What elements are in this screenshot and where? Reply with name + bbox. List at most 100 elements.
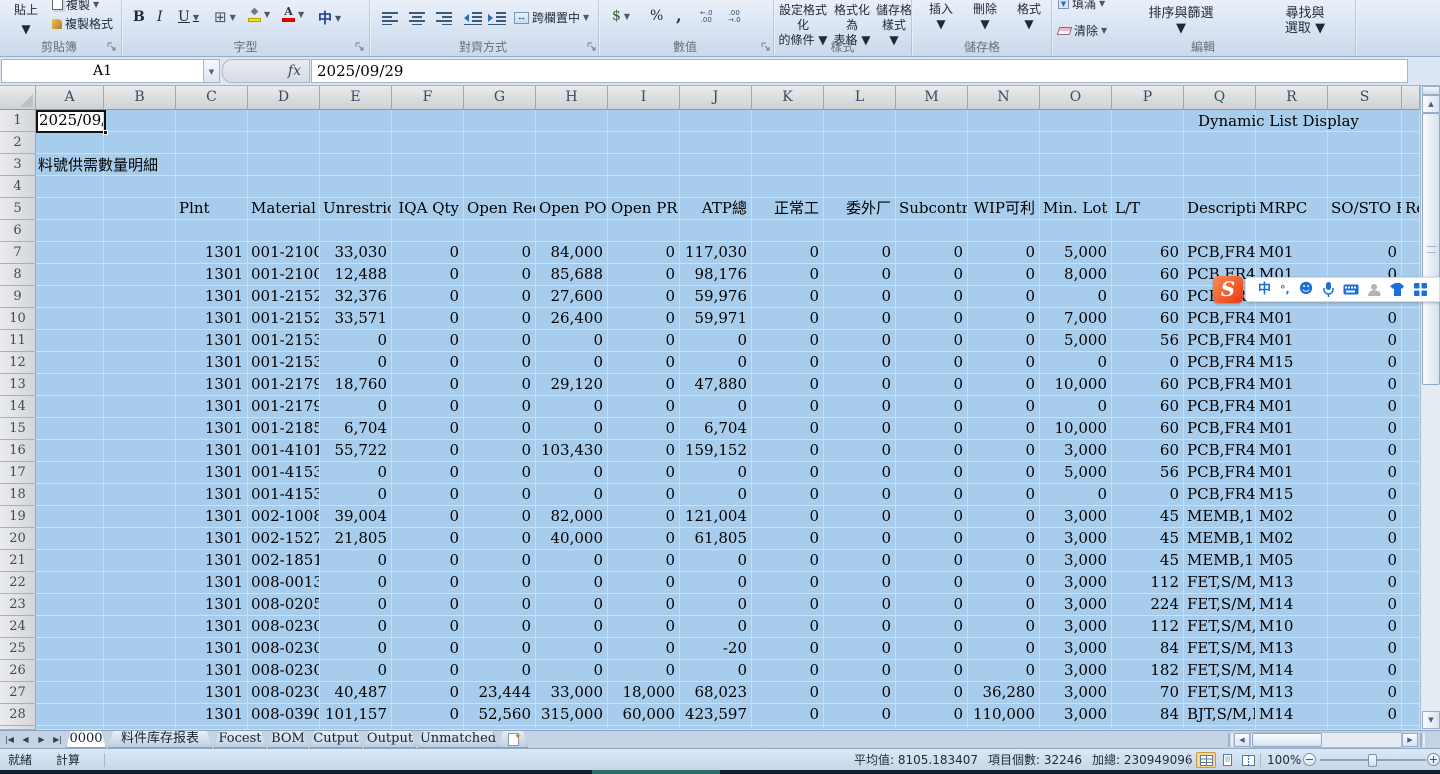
cell[interactable]: 18,000: [608, 682, 680, 704]
cell[interactable]: [1040, 176, 1112, 198]
cell[interactable]: 008-00138: [248, 572, 320, 594]
cell[interactable]: [248, 154, 320, 176]
row-header-26[interactable]: 26: [0, 660, 36, 682]
cell[interactable]: [104, 704, 176, 726]
cell[interactable]: 0: [752, 440, 824, 462]
cell[interactable]: [1402, 660, 1420, 682]
sheet-tab-2[interactable]: 料件库存报表: [108, 731, 212, 748]
cell[interactable]: 1301: [176, 264, 248, 286]
cell[interactable]: 3,000: [1040, 616, 1112, 638]
last-sheet-icon[interactable]: ▶|: [50, 733, 65, 747]
cell[interactable]: 1301: [176, 594, 248, 616]
cell[interactable]: 1301: [176, 286, 248, 308]
cell[interactable]: [464, 132, 536, 154]
cell[interactable]: 委外厂: [824, 198, 896, 220]
cell[interactable]: 0: [608, 264, 680, 286]
cell[interactable]: [824, 154, 896, 176]
cell[interactable]: 0: [824, 572, 896, 594]
cell[interactable]: 0: [896, 594, 968, 616]
cell[interactable]: 0: [392, 462, 464, 484]
cell[interactable]: 3,000: [1040, 638, 1112, 660]
cell[interactable]: 0: [608, 330, 680, 352]
cell[interactable]: 0: [968, 528, 1040, 550]
cell[interactable]: 001-21799: [248, 396, 320, 418]
format-cells-button[interactable]: 格式▼: [1010, 2, 1048, 32]
cell[interactable]: 0: [1328, 594, 1402, 616]
cell[interactable]: PCB,FR4,L: [1184, 396, 1256, 418]
cell[interactable]: 0: [968, 440, 1040, 462]
bold-button[interactable]: B: [133, 9, 145, 25]
cell[interactable]: 0: [608, 528, 680, 550]
cell[interactable]: [1184, 176, 1256, 198]
cell[interactable]: PCB,FR4,L: [1184, 330, 1256, 352]
cell[interactable]: [248, 220, 320, 242]
cell[interactable]: 001-21851: [248, 418, 320, 440]
row-header-9[interactable]: 9: [0, 286, 36, 308]
cell[interactable]: Open Req.: [464, 198, 536, 220]
column-header-P[interactable]: P: [1112, 86, 1184, 110]
number-dialog-launcher-icon[interactable]: [760, 41, 772, 53]
cell[interactable]: 001-41535: [248, 484, 320, 506]
cell[interactable]: 001-21527: [248, 286, 320, 308]
cell[interactable]: 0: [608, 242, 680, 264]
cell[interactable]: 0: [896, 286, 968, 308]
row-header-27[interactable]: 27: [0, 682, 36, 704]
cell[interactable]: 0: [968, 484, 1040, 506]
cell[interactable]: [1112, 176, 1184, 198]
cell[interactable]: [752, 132, 824, 154]
cell[interactable]: 60: [1112, 418, 1184, 440]
cell[interactable]: [536, 132, 608, 154]
cell[interactable]: 0: [464, 550, 536, 572]
cell[interactable]: [36, 616, 104, 638]
cell[interactable]: [1040, 220, 1112, 242]
currency-format-button[interactable]: $▼: [612, 8, 630, 24]
cell[interactable]: 0: [752, 550, 824, 572]
cell[interactable]: [36, 682, 104, 704]
cell[interactable]: [36, 308, 104, 330]
row-header-15[interactable]: 15: [0, 418, 36, 440]
cell[interactable]: [36, 528, 104, 550]
cell[interactable]: M01: [1256, 418, 1328, 440]
cell[interactable]: [104, 572, 176, 594]
cell[interactable]: 0: [1328, 462, 1402, 484]
horizontal-scroll-thumb[interactable]: [1252, 733, 1322, 747]
cell[interactable]: [392, 154, 464, 176]
cell[interactable]: 0: [464, 242, 536, 264]
cell[interactable]: M14: [1256, 660, 1328, 682]
cell[interactable]: 0: [464, 660, 536, 682]
column-header-C[interactable]: C: [176, 86, 248, 110]
cell[interactable]: 0: [752, 506, 824, 528]
cell[interactable]: 0: [752, 704, 824, 726]
column-header-G[interactable]: G: [464, 86, 536, 110]
cell[interactable]: 0: [608, 506, 680, 528]
decrease-indent-icon[interactable]: [464, 11, 482, 25]
cell[interactable]: [824, 110, 896, 132]
cell[interactable]: [1402, 484, 1420, 506]
cell[interactable]: 0: [1328, 484, 1402, 506]
cell[interactable]: 0: [320, 352, 392, 374]
cell[interactable]: [104, 638, 176, 660]
cell[interactable]: 0: [1112, 484, 1184, 506]
row-header-24[interactable]: 24: [0, 616, 36, 638]
cell[interactable]: 0: [392, 572, 464, 594]
cell[interactable]: 182: [1112, 660, 1184, 682]
cell[interactable]: 6,704: [320, 418, 392, 440]
page-break-view-button[interactable]: [1238, 752, 1258, 768]
vertical-scrollbar[interactable]: ▲ ▼: [1420, 86, 1440, 730]
cell[interactable]: 0: [968, 572, 1040, 594]
cell[interactable]: 101,157: [320, 704, 392, 726]
keyboard-icon[interactable]: [1343, 284, 1359, 295]
cell[interactable]: [104, 616, 176, 638]
cell[interactable]: PCB,FR4,L: [1184, 440, 1256, 462]
cell[interactable]: 1301: [176, 572, 248, 594]
cell[interactable]: 0: [896, 396, 968, 418]
scroll-left-icon[interactable]: ◀: [1234, 733, 1250, 747]
cell[interactable]: 3,000: [1040, 528, 1112, 550]
column-header-clipped[interactable]: [1402, 86, 1420, 110]
borders-button[interactable]: ⊞▼: [214, 8, 236, 26]
cell[interactable]: 1301: [176, 462, 248, 484]
row-header-3[interactable]: 3: [0, 154, 36, 176]
cell[interactable]: 0: [968, 330, 1040, 352]
cell[interactable]: [1256, 176, 1328, 198]
cell[interactable]: 110,000: [968, 704, 1040, 726]
